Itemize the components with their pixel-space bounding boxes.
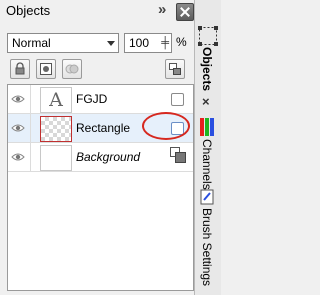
panel-titlebar: Objects » xyxy=(0,0,194,22)
column-divider xyxy=(30,143,31,171)
layer-row-background[interactable]: Background xyxy=(8,143,193,172)
clip-icon xyxy=(65,64,79,74)
background-layer-thumbnail xyxy=(40,145,72,171)
close-tab-icon[interactable]: × xyxy=(202,94,210,109)
layer-name: FGJD xyxy=(76,92,108,106)
collapse-panel-icon[interactable]: » xyxy=(158,1,166,18)
mask-icon xyxy=(40,63,52,75)
close-panel-button[interactable] xyxy=(176,3,194,21)
rectangle-layer-thumbnail xyxy=(40,116,72,142)
eye-icon[interactable] xyxy=(11,121,25,135)
layer-row-fgjd[interactable]: A FGJD xyxy=(8,85,193,114)
blend-mode-value: Normal xyxy=(12,36,51,50)
tab-brush-settings[interactable]: Brush Settings xyxy=(200,208,214,286)
dropdown-arrow-icon xyxy=(107,41,115,46)
lock-icon xyxy=(15,62,25,75)
brush-settings-tab-icon[interactable] xyxy=(200,189,214,205)
layer-name: Background xyxy=(76,150,141,164)
objects-tab-icon[interactable] xyxy=(198,26,218,46)
text-layer-thumbnail: A xyxy=(40,87,72,113)
channels-tab-icon[interactable] xyxy=(200,118,214,136)
layer-options-icon xyxy=(169,63,181,75)
annotation-circle xyxy=(142,112,190,140)
mask-button[interactable] xyxy=(36,59,56,79)
panel-title: Objects xyxy=(6,3,51,18)
column-divider xyxy=(30,114,31,142)
clip-button[interactable] xyxy=(62,59,82,79)
background-lock-icon[interactable] xyxy=(170,147,186,163)
opacity-unit: % xyxy=(176,35,187,49)
blend-mode-select[interactable]: Normal xyxy=(7,33,119,53)
tab-channels[interactable]: Channels xyxy=(200,139,214,190)
panel-tabs-sidebar: Objects × Channels Brush Settings xyxy=(194,0,221,295)
column-divider xyxy=(30,85,31,113)
layer-options-button[interactable] xyxy=(165,59,185,79)
opacity-value: 100 xyxy=(129,36,150,50)
eye-icon[interactable] xyxy=(11,92,25,106)
lock-checkbox[interactable] xyxy=(171,93,184,106)
tab-objects[interactable]: Objects xyxy=(200,47,214,91)
opacity-field[interactable]: 100 ╪ xyxy=(124,33,172,53)
opacity-slider-icon[interactable]: ╪ xyxy=(161,37,169,49)
layer-name: Rectangle xyxy=(76,121,131,135)
eye-icon[interactable] xyxy=(11,150,25,164)
lock-button[interactable] xyxy=(10,59,30,79)
objects-panel: Objects » Normal 100 ╪ % A FGJD Rectangl… xyxy=(0,0,194,295)
